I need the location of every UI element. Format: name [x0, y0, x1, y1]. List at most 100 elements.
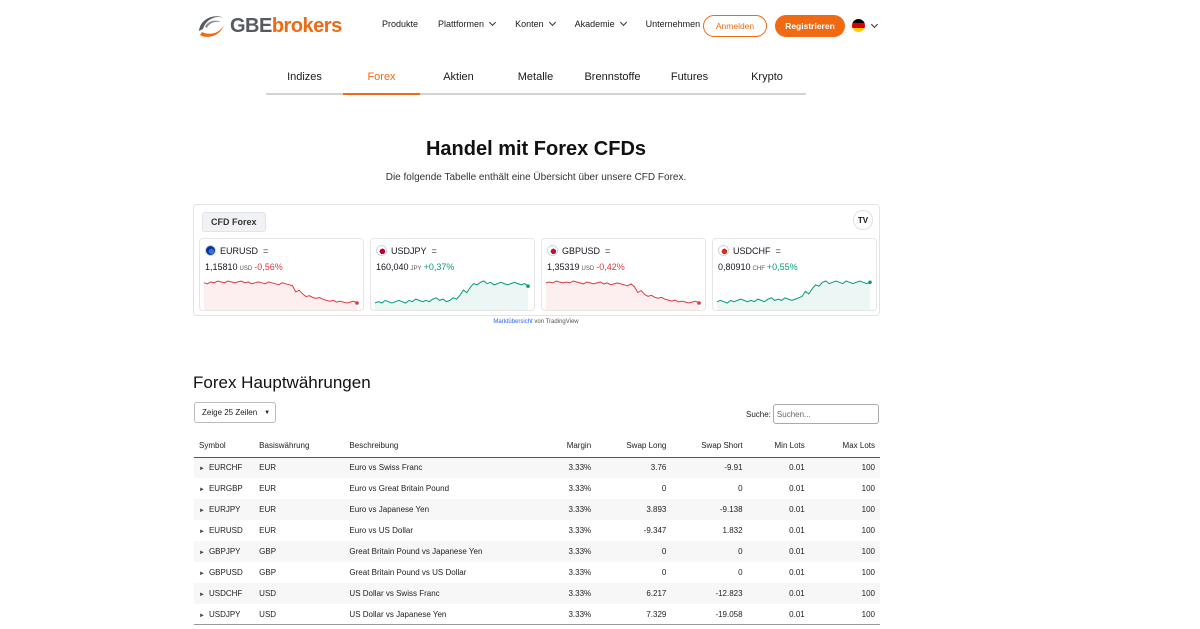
nav-item-akademie[interactable]: Akademie	[575, 18, 627, 29]
brand-logo[interactable]: GBEbrokers	[194, 8, 342, 44]
ticker-card-usdjpy[interactable]: USDJPY = 160,040 JPY +0,37%	[370, 238, 535, 311]
table-cell: EUR	[254, 499, 345, 520]
page-subtitle: Die folgende Tabelle enthält eine Übersi…	[385, 172, 687, 183]
expand-row-icon[interactable]: ►	[199, 529, 205, 535]
table-cell-value: 0.01	[789, 484, 805, 493]
widget-tab-cfd-forex[interactable]: CFD Forex	[202, 212, 266, 232]
table-search: Suche:	[746, 404, 879, 424]
table-cell-value: 0.01	[789, 547, 805, 556]
table-cell: 100	[809, 457, 880, 478]
table-row[interactable]: ► USDJPY USD US Dollar vs Japanese Yen 3.33%…	[194, 604, 880, 625]
login-button[interactable]: Anmelden	[703, 15, 767, 37]
table-cell-value: 0.01	[789, 568, 805, 577]
logo-text-gbe: GBE	[230, 14, 272, 37]
table-row[interactable]: ► EURGBP EUR Euro vs Great Britain Pound 3.3…	[194, 478, 880, 499]
tab-forex[interactable]: Forex	[343, 60, 420, 95]
tab-indizes[interactable]: Indizes	[266, 60, 343, 93]
table-cell: 0.01	[747, 499, 810, 520]
table-row[interactable]: ► EURJPY EUR Euro vs Japanese Yen 3.33% 3.893…	[194, 499, 880, 520]
table-cell-value: EUR	[259, 505, 277, 514]
column-header-min-lots[interactable]: Min Lots	[747, 434, 810, 458]
table-cell-value: US Dollar vs Swiss Franc	[349, 589, 440, 598]
column-header-margin[interactable]: Margin	[519, 434, 597, 458]
table-cell-value: 3.33%	[568, 526, 592, 535]
expand-row-icon[interactable]: ►	[199, 550, 205, 556]
ticker-change: +0,55%	[766, 262, 798, 272]
table-row[interactable]: ► USDCHF USD US Dollar vs Swiss Franc 3.33% 6…	[194, 583, 880, 604]
table-row[interactable]: ► EURCHF EUR Euro vs Swiss Franc 3.33% 3.76 -9…	[194, 457, 880, 478]
tradingview-widget: CFD Forex TV EURUSD = 1,15810 USD -0,56% USDJ…	[193, 204, 880, 316]
language-selector[interactable]	[852, 19, 879, 32]
table-cell-value: 1.832	[722, 526, 743, 535]
expand-row-icon[interactable]: ►	[199, 613, 205, 619]
ticker-change: -0,56%	[254, 262, 283, 272]
ticker-card-eurusd[interactable]: EURUSD = 1,15810 USD -0,56%	[199, 238, 364, 311]
rows-per-page-select[interactable]: Zeige 25 Zeilen ▼	[194, 402, 276, 423]
table-cell-value: 100	[861, 589, 875, 598]
expand-row-icon[interactable]: ►	[199, 487, 205, 493]
table-body: ► EURCHF EUR Euro vs Swiss Franc 3.33% 3.76 -9…	[194, 457, 880, 625]
tab-metalle[interactable]: Metalle	[497, 60, 574, 93]
attribution-link[interactable]: Marktübersicht	[493, 319, 532, 325]
column-header-max-lots[interactable]: Max Lots	[809, 434, 880, 458]
tab-futures[interactable]: Futures	[651, 60, 728, 93]
column-header-beschreibung[interactable]: Beschreibung	[344, 434, 520, 458]
expand-row-icon[interactable]: ►	[199, 571, 205, 577]
table-row[interactable]: ► GBPUSD GBP Great Britain Pound vs US Doll…	[194, 562, 880, 583]
tab-brennstoffe[interactable]: Brennstoffe	[574, 60, 651, 93]
table-cell: Great Britain Pound vs US Dollar	[344, 562, 520, 583]
column-header-basiswährung[interactable]: Basiswährung	[254, 434, 345, 458]
table-cell-value: USD	[259, 589, 277, 598]
table-cell: US Dollar vs Japanese Yen	[344, 604, 520, 625]
nav-item-unternehmen[interactable]: Unternehmen	[646, 18, 713, 29]
equal-icon: =	[431, 245, 437, 256]
sparkline-last-point	[697, 301, 701, 305]
table-cell: 3.33%	[519, 583, 597, 604]
widget-attribution: Marktübersicht von TradingView	[0, 319, 1072, 325]
table-cell: 3.33%	[520, 520, 596, 541]
ticker-card-gbpusd[interactable]: GBPUSD = 1,35319 USD -0,42%	[541, 238, 706, 311]
expand-row-icon[interactable]: ►	[199, 508, 205, 514]
search-input[interactable]	[772, 404, 879, 424]
table-cell: 0.01	[748, 562, 810, 583]
nav-item-konten[interactable]: Konten	[515, 18, 556, 29]
table-cell: 0	[671, 478, 747, 499]
tab-aktien[interactable]: Aktien	[420, 60, 497, 93]
column-header-symbol[interactable]: Symbol	[194, 434, 255, 458]
ticker-card-usdchf[interactable]: USDCHF = 0,80910 CHF +0,55%	[712, 238, 877, 311]
table-cell: 3.33%	[520, 562, 596, 583]
tradingview-logo-icon[interactable]: TV	[853, 210, 873, 230]
ticker-sparkline	[203, 280, 359, 310]
table-cell-value: 6.217	[646, 589, 667, 598]
expand-row-icon[interactable]: ►	[199, 592, 205, 598]
table-cell-value: GBPJPY	[208, 547, 241, 556]
tab-krypto[interactable]: Krypto	[728, 60, 806, 93]
currency-pair-icon	[376, 245, 387, 256]
chevron-down-icon	[548, 18, 556, 27]
table-cell-value: 100	[861, 526, 875, 535]
table-row[interactable]: ► GBPJPY GBP Great Britain Pound vs Japanes…	[194, 541, 880, 562]
expand-row-icon[interactable]: ►	[199, 466, 205, 472]
column-header-swap-long[interactable]: Swap Long	[596, 434, 672, 458]
register-button[interactable]: Registrieren	[775, 15, 845, 37]
table-cell-value: 3.33%	[568, 484, 592, 493]
table-cell-value: 0	[738, 484, 743, 493]
sparkline-area	[717, 281, 870, 310]
table-cell: ► USDCHF	[194, 583, 255, 604]
table-row[interactable]: ► EURUSD EUR Euro vs US Dollar 3.33% -9.347 1.…	[194, 520, 880, 541]
chevron-down-icon	[870, 20, 879, 28]
table-header-row: Symbol Basiswährung Beschreibung Margin Swap…	[194, 434, 880, 458]
column-header-swap-short[interactable]: Swap Short	[671, 434, 748, 458]
nav-item-plattformen[interactable]: Plattformen	[438, 18, 497, 29]
table-cell: 0	[596, 478, 671, 499]
table-cell: 100	[810, 478, 880, 499]
table-cell: 100	[809, 583, 880, 604]
table-cell-value: GBP	[259, 547, 277, 556]
table-cell-value: 100	[861, 505, 875, 514]
table-cell-value: USDCHF	[208, 589, 243, 598]
table-cell-value: 100	[861, 568, 875, 577]
nav-item-produkte[interactable]: Produkte	[382, 19, 418, 29]
table-cell: USD	[254, 604, 344, 625]
ticker-cards: EURUSD = 1,15810 USD -0,56% USDJPY = 160,040 JPY…	[199, 238, 877, 311]
table-cell: 0.01	[748, 520, 810, 541]
